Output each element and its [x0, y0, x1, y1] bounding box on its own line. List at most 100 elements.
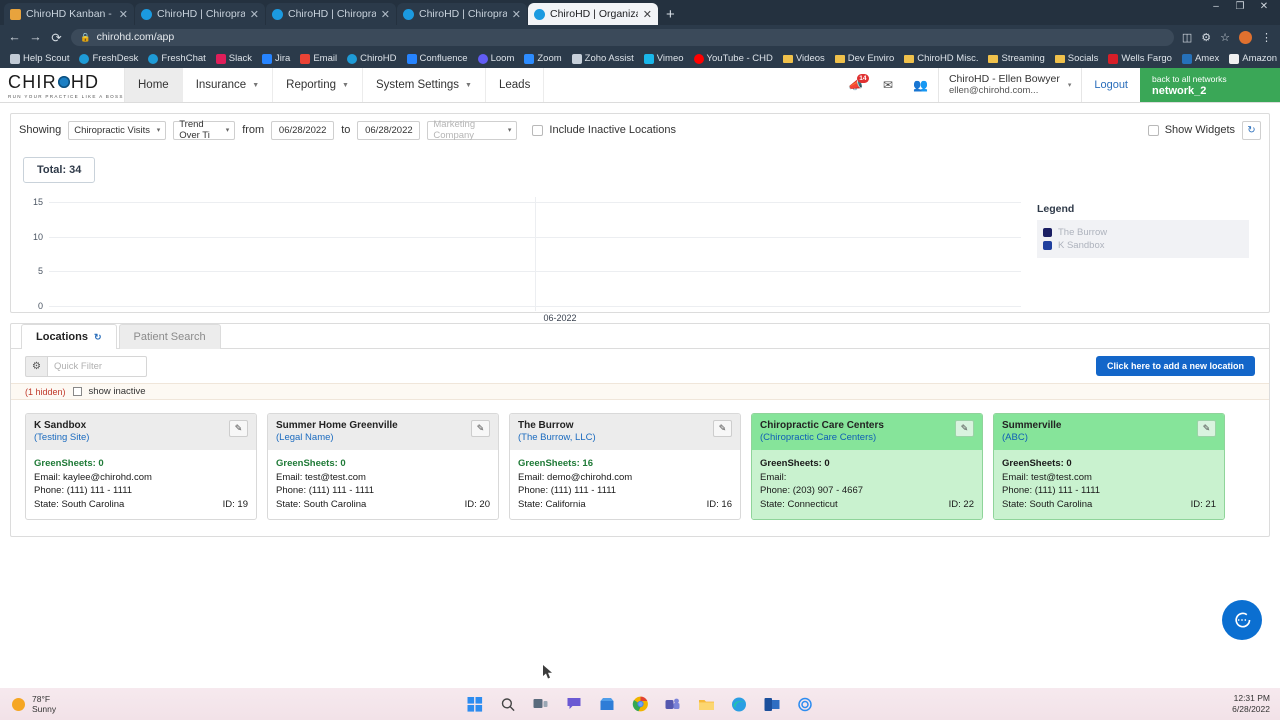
maximize-button[interactable]: ❐ [1228, 1, 1252, 12]
bookmark-folder[interactable]: Videos [778, 53, 830, 64]
edit-icon[interactable]: ✎ [471, 420, 490, 437]
chat-bubble-icon[interactable] [1222, 600, 1262, 640]
edge-icon[interactable] [730, 695, 749, 714]
trend-mode-select[interactable]: Trend Over Ti ▾ [173, 119, 236, 141]
bookmark-folder[interactable]: Socials [1050, 53, 1104, 64]
edit-icon[interactable]: ✎ [713, 420, 732, 437]
teams-icon[interactable] [664, 695, 683, 714]
location-card[interactable]: The Burrow (The Burrow, LLC) ✎ GreenShee… [509, 413, 741, 520]
include-inactive-locations-checkbox[interactable]: Include Inactive Locations [532, 124, 676, 136]
settings-icon[interactable] [796, 695, 815, 714]
nav-item-system-settings[interactable]: System Settings ▼ [363, 68, 486, 102]
close-icon[interactable]: ✕ [643, 8, 652, 21]
bookmark-item[interactable]: Amex [1177, 53, 1224, 64]
bookmark-item[interactable]: Confluence [402, 53, 473, 64]
bookmark-item[interactable]: Slack [211, 53, 257, 64]
nav-item-reporting[interactable]: Reporting ▼ [273, 68, 363, 102]
browser-tab[interactable]: ChiroHD | Chiropractic Office Ma ✕ [135, 3, 265, 25]
star-icon[interactable]: ☆ [1220, 31, 1230, 44]
back-icon[interactable]: ← [8, 30, 21, 44]
bookmark-item[interactable]: Zoom [519, 53, 566, 64]
bookmark-folder[interactable]: ChiroHD Misc. [899, 53, 983, 64]
nav-item-insurance[interactable]: Insurance ▼ [183, 68, 274, 102]
location-card[interactable]: Summerville (ABC) ✎ GreenSheets: 0 Email… [993, 413, 1225, 520]
edit-icon[interactable]: ✎ [229, 420, 248, 437]
refresh-icon[interactable]: ↻ [94, 332, 102, 343]
logout-link[interactable]: Logout [1082, 68, 1140, 102]
menu-icon[interactable]: ⋮ [1261, 31, 1272, 44]
bookmark-item[interactable]: Email [295, 53, 342, 64]
close-icon[interactable]: ✕ [250, 8, 259, 21]
nav-item-home[interactable]: Home [125, 68, 183, 102]
bookmark-item[interactable]: Loom [473, 53, 520, 64]
bookmark-item[interactable]: Wells Fargo [1103, 53, 1177, 64]
bookmark-label: Jira [275, 53, 291, 64]
url-text: chirohd.com/app [96, 31, 175, 43]
refresh-button[interactable]: ↻ [1242, 120, 1261, 140]
date-to-input[interactable]: 06/28/2022 [357, 120, 421, 140]
legend-item[interactable]: K Sandbox [1043, 240, 1243, 251]
new-tab-button[interactable]: + [659, 5, 682, 25]
marketing-company-select[interactable]: Marketing Company ▾ [427, 119, 518, 141]
bookmark-folder[interactable]: Streaming [983, 53, 1049, 64]
mail-button[interactable]: ✉ [873, 68, 903, 102]
edit-icon[interactable]: ✎ [955, 420, 974, 437]
taskview-icon[interactable] [532, 695, 551, 714]
people-button[interactable]: 👥 [903, 68, 938, 102]
browser-tab[interactable]: ChiroHD Kanban - Agile Board - ✕ [4, 3, 134, 25]
quick-filter-input[interactable]: Quick Filter [47, 355, 147, 377]
reload-icon[interactable]: ⟳ [50, 30, 63, 45]
weather-widget[interactable]: 78°F Sunny [0, 694, 56, 714]
bookmark-item[interactable]: Vimeo [639, 53, 689, 64]
bookmark-item[interactable]: Help Scout [5, 53, 74, 64]
close-icon[interactable]: ✕ [381, 8, 390, 21]
profile-avatar[interactable] [1239, 30, 1252, 44]
bookmark-item[interactable]: Zoho Assist [567, 53, 639, 64]
browser-tab[interactable]: ChiroHD | Chiropractic Office Ma ✕ [397, 3, 527, 25]
edit-icon[interactable]: ✎ [1197, 420, 1216, 437]
tab-locations[interactable]: Locations ↻ [21, 324, 117, 349]
start-icon[interactable] [466, 695, 485, 714]
close-icon[interactable]: ✕ [119, 8, 128, 21]
announcements-button[interactable]: 📣 14 [838, 68, 873, 102]
bookmark-folder[interactable]: Dev Enviro [830, 53, 899, 64]
extensions-icon[interactable]: ⚙ [1201, 31, 1211, 44]
chrome-icon[interactable] [631, 695, 650, 714]
close-icon[interactable]: ✕ [512, 8, 521, 21]
date-from-input[interactable]: 06/28/2022 [271, 120, 335, 140]
bookmark-item[interactable]: Jira [257, 53, 295, 64]
bookmark-item[interactable]: FreshChat [143, 53, 210, 64]
metric-select[interactable]: Chiropractic Visits ▾ [68, 120, 167, 140]
browser-tab[interactable]: ChiroHD | Chiropractic Office Ma ✕ [266, 3, 396, 25]
bookmark-item[interactable]: YouTube - CHD [689, 53, 778, 64]
forward-icon[interactable]: → [29, 30, 42, 44]
add-location-button[interactable]: Click here to add a new location [1095, 356, 1255, 376]
tab-patient-search[interactable]: Patient Search [118, 324, 221, 349]
show-inactive-checkbox[interactable] [72, 387, 82, 396]
explorer-icon[interactable] [697, 695, 716, 714]
close-window-button[interactable]: ✕ [1252, 1, 1276, 12]
browser-tab-active[interactable]: ChiroHD | Organization Home ✕ [528, 3, 658, 25]
bookmark-item[interactable]: ChiroHD [342, 53, 401, 64]
outlook-icon[interactable] [763, 695, 782, 714]
location-card[interactable]: Summer Home Greenville (Legal Name) ✎ Gr… [267, 413, 499, 520]
taskbar-clock[interactable]: 12:31 PM 6/28/2022 [1232, 693, 1270, 715]
search-icon[interactable] [499, 695, 518, 714]
state-value: California [545, 498, 586, 510]
location-card[interactable]: Chiropractic Care Centers (Chiropractic … [751, 413, 983, 520]
location-card[interactable]: K Sandbox (Testing Site) ✎ GreenSheets: … [25, 413, 257, 520]
user-menu[interactable]: ChiroHD - Ellen Bowyer ellen@chirohd.com… [937, 68, 1083, 102]
chirohd-logo[interactable]: CHIR HD RUN YOUR PRACTICE LIKE A BOSS [0, 68, 125, 102]
store-icon[interactable] [598, 695, 617, 714]
minimize-button[interactable]: – [1204, 1, 1228, 12]
chat-icon[interactable] [565, 695, 584, 714]
bookmark-item[interactable]: Amazon [1224, 53, 1280, 64]
cast-icon[interactable]: ◫ [1182, 31, 1192, 44]
address-bar[interactable]: 🔒 chirohd.com/app [71, 28, 1174, 46]
legend-item[interactable]: The Burrow [1043, 227, 1243, 238]
gear-icon[interactable]: ⚙ [25, 355, 47, 377]
show-widgets-checkbox[interactable]: Show Widgets [1147, 124, 1235, 136]
nav-item-leads[interactable]: Leads [486, 68, 545, 102]
bookmark-item[interactable]: FreshDesk [74, 53, 143, 64]
network-switcher[interactable]: back to all networks network_2 [1140, 68, 1280, 102]
